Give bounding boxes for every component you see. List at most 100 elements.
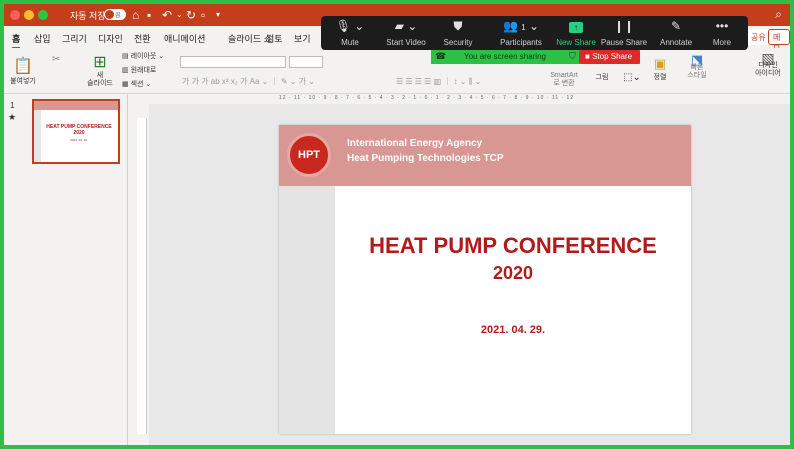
chevron-down-icon[interactable]: ⌄ <box>176 7 183 23</box>
paste-label: 붙여넣기 <box>10 78 36 85</box>
stop-share-button[interactable]: ■ Stop Share <box>579 50 640 64</box>
current-slide[interactable]: HPT International Energy Agency Heat Pum… <box>279 125 691 434</box>
font-format-controls[interactable]: 가 가 가 ab x² x₂ 가 Aa ⌄ ｜ ✎ ⌄ 가 ⌄ <box>182 76 315 87</box>
quick-styles-label: 빠른 스타일 <box>687 64 707 79</box>
home-icon[interactable]: ⌂ <box>132 7 139 23</box>
logo-text: HPT <box>298 149 320 161</box>
section-button[interactable]: ▦ 섹션 ⌄ <box>122 79 151 89</box>
quick-styles-button[interactable]: ⬔ 빠른 스타일 <box>682 52 712 80</box>
zoom-window-button[interactable] <box>38 10 48 20</box>
slide-side-bar <box>279 186 335 434</box>
zoom-meeting-toolbar: 🎙 ⌄ Mute ▰ ⌄ Start Video ⛊ Security 👥 1 … <box>321 16 748 50</box>
new-slide-label: 새 슬라이드 <box>87 72 113 87</box>
sharing-status-text: You are screen sharing <box>464 52 546 61</box>
section-icon: ▦ <box>122 81 131 88</box>
microphone-icon: 🎙 ⌄ <box>335 19 365 33</box>
shield-icon: ⛊ <box>453 19 463 33</box>
phone-icon: ☎ <box>435 51 447 61</box>
security-label: Security <box>443 38 473 47</box>
org-name-line1: International Energy Agency <box>347 138 483 149</box>
new-slide-button[interactable]: ⊞ 새 슬라이드 <box>82 52 118 88</box>
redo-icon[interactable]: ↻ <box>186 7 196 23</box>
new-share-label: New Share <box>556 38 596 47</box>
reset-icon: ▥ <box>122 67 131 74</box>
participants-icon: 👥 1 ⌄ <box>502 19 540 33</box>
designer-button[interactable]: ▧ 디자인 아이디어 <box>750 50 786 78</box>
tab-transitions[interactable]: 전환 <box>134 32 151 45</box>
participants-label: Participants <box>500 38 542 47</box>
slide-year[interactable]: 2020 <box>335 263 691 284</box>
more-button[interactable]: ••• More <box>695 16 749 50</box>
search-icon[interactable]: ⌕ <box>775 7 782 22</box>
autosave-label: 자동 저장 <box>70 11 106 21</box>
start-video-button[interactable]: ▰ ⌄ Start Video <box>379 16 433 50</box>
star-icon: ★ <box>8 112 17 122</box>
tab-insert[interactable]: 삽입 <box>34 32 51 45</box>
layout-label: 레이아웃 <box>130 53 157 60</box>
autosave-toggle[interactable]: 끔 <box>104 9 126 20</box>
new-share-button[interactable]: ↑ New Share <box>549 16 603 50</box>
tab-draw[interactable]: 그리기 <box>62 32 87 45</box>
arrange-label: 정렬 <box>653 74 667 81</box>
save-icon[interactable]: ▪ <box>147 7 151 23</box>
participants-button[interactable]: 👥 1 ⌄ Participants <box>491 16 551 50</box>
org-name-line2: Heat Pumping Technologies TCP <box>347 153 504 164</box>
thumbnail-year: 2020 <box>73 130 85 136</box>
tab-review[interactable]: 검토 <box>266 32 283 45</box>
pause-share-label: Pause Share <box>600 38 648 47</box>
slide-thumbnail-panel: 1 ★ HEAT PUMP CONFERENCE 2020 2021. 04. … <box>4 94 128 445</box>
more-icon[interactable]: ▾ <box>216 7 220 23</box>
picture-button[interactable]: 그림 <box>592 72 612 82</box>
participants-count: 1 <box>521 23 526 32</box>
layout-icon: ▤ <box>122 53 131 60</box>
slide-thumbnail-1[interactable]: HEAT PUMP CONFERENCE 2020 2021. 04. 29. <box>32 99 120 164</box>
designer-icon: ▧ <box>761 50 775 66</box>
slide-title[interactable]: HEAT PUMP CONFERENCE <box>335 233 691 259</box>
tab-animations[interactable]: 애니메이션 <box>164 32 205 45</box>
more-label: More <box>712 38 732 47</box>
section-label: 섹션 <box>130 81 144 88</box>
font-size-field[interactable] <box>289 56 323 68</box>
reset-label: 원래대로 <box>130 67 157 74</box>
new-slide-icon: ⊞ <box>93 54 107 71</box>
thumbnail-side-bar <box>34 110 41 162</box>
arrange-button[interactable]: ▣ 정렬 <box>648 56 672 82</box>
layout-button[interactable]: ▤ 레이아웃 ⌄ <box>122 51 164 61</box>
pause-share-button[interactable]: ❙❙ Pause Share <box>597 16 651 50</box>
paragraph-align-controls[interactable]: ☰ ☰ ☰ ☰ ▥ ｜ ↕ ⌄ ⫼ ⌄ <box>396 76 481 87</box>
slide-date[interactable]: 2021. 04. 29. <box>335 324 691 336</box>
clipboard-icon: 📋 <box>13 58 33 75</box>
mute-label: Mute <box>341 38 359 47</box>
tab-view[interactable]: 보기 <box>294 32 311 45</box>
new-share-icon: ↑ <box>569 22 583 33</box>
smartart-button[interactable]: SmartArt 로 변환 <box>544 72 584 88</box>
quick-styles-icon: ⬔ <box>690 52 704 67</box>
pause-icon: ❙❙ <box>613 19 635 33</box>
slide-number: 1 <box>10 101 15 110</box>
arrange-icon: ▣ <box>653 56 667 71</box>
start-video-label: Start Video <box>386 38 426 47</box>
stop-share-label: Stop Share <box>592 52 633 61</box>
comments-button[interactable]: 메모 <box>768 29 790 53</box>
shapes-icon[interactable]: ⬚⌄ <box>622 72 642 83</box>
vertical-ruler <box>137 118 147 434</box>
undo-icon[interactable]: ↶ <box>162 7 172 23</box>
cut-icon[interactable]: ✂ <box>52 54 60 65</box>
minimize-window-button[interactable] <box>24 10 34 20</box>
thumbnail-date: 2021. 04. 29. <box>70 138 88 142</box>
ribbon-toolbar: 📋 붙여넣기 ✂ ⊞ 새 슬라이드 ▤ 레이아웃 ⌄ ▥ 원래대로 ▦ 섹션 ⌄… <box>4 48 790 94</box>
shield-check-icon: ⛉ <box>569 51 576 61</box>
security-button[interactable]: ⛊ Security <box>431 16 485 50</box>
autosave-state: 끔 <box>115 13 121 19</box>
thumbnail-banner <box>34 101 118 110</box>
close-window-button[interactable] <box>10 10 20 20</box>
reset-button[interactable]: ▥ 원래대로 <box>122 65 156 75</box>
hpt-logo: HPT <box>287 133 331 177</box>
font-name-field[interactable] <box>180 56 286 68</box>
designer-label: 디자인 아이디어 <box>755 62 781 77</box>
tab-home[interactable]: 홈 <box>12 32 21 49</box>
tab-design[interactable]: 디자인 <box>98 32 123 45</box>
mute-button[interactable]: 🎙 ⌄ Mute <box>323 16 377 50</box>
paste-button[interactable]: 📋 붙여넣기 <box>8 56 38 86</box>
new-doc-icon[interactable]: ▫ <box>201 7 205 23</box>
